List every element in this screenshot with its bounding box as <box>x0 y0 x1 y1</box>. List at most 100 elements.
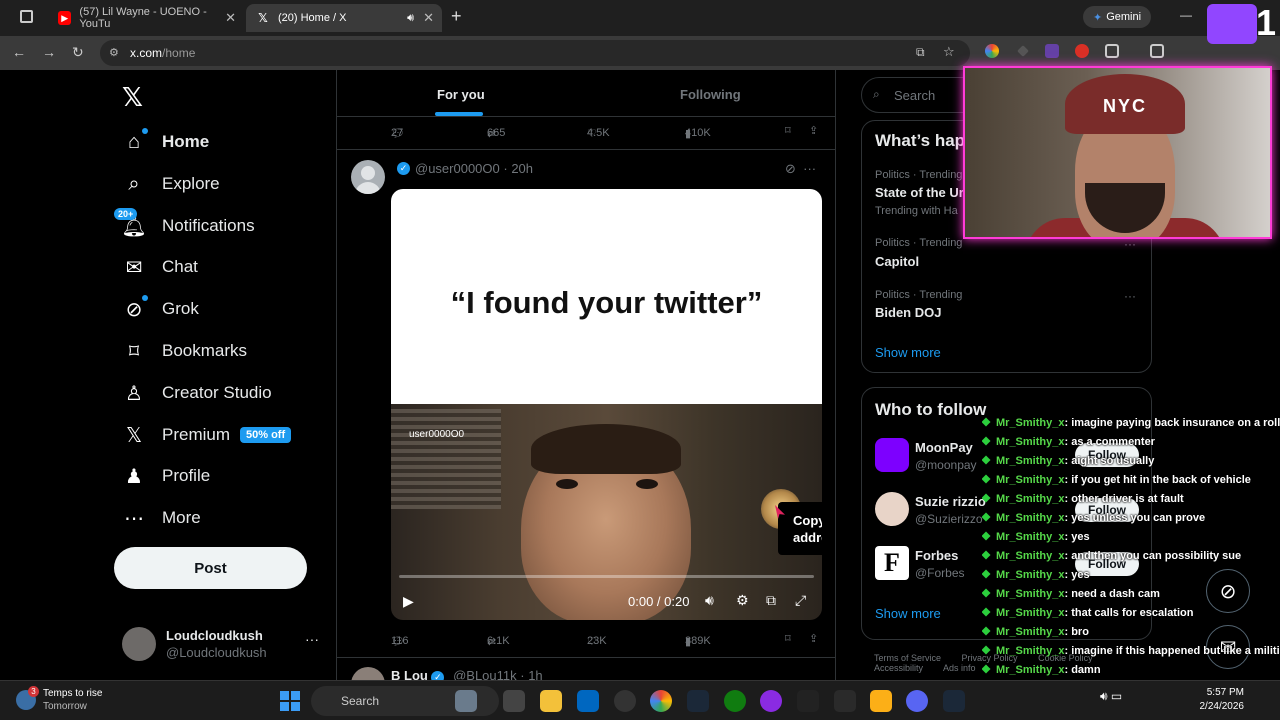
volume-icon[interactable]: 🔊︎ <box>705 592 714 609</box>
footer-link[interactable]: Ads info <box>943 663 976 673</box>
share-icon[interactable]: ⇪ <box>809 124 818 137</box>
app-icon-task-view[interactable] <box>503 690 525 712</box>
nav-item-chat[interactable]: ✉ Chat <box>122 249 198 285</box>
gemini-button[interactable]: ✦ Gemini <box>1083 6 1151 28</box>
forward-icon[interactable]: → <box>42 44 56 60</box>
follow-name[interactable]: Suzie rizzio <box>915 494 986 509</box>
account-switcher[interactable]: Loudcloudkush @Loudcloudkush ··· <box>122 625 322 665</box>
speaker-icon[interactable]: 🔊︎ <box>407 12 414 25</box>
chat-badge-icon <box>982 417 991 427</box>
follow-name[interactable]: MoonPay <box>915 440 973 455</box>
nav-label: Bookmarks <box>162 341 248 360</box>
nav-item-grok[interactable]: ⊘ Grok <box>122 291 199 327</box>
chat-text: : need a dash cam <box>1064 588 1160 600</box>
windows-start-icon[interactable] <box>280 691 300 711</box>
video-time: 0:00 / 0:20 <box>628 594 690 609</box>
avatar[interactable] <box>875 492 909 526</box>
trend-name[interactable]: Capitol <box>875 254 919 269</box>
app-icon-epic-games[interactable] <box>834 690 856 712</box>
share-icon[interactable]: ⇪ <box>809 632 818 645</box>
chat-username: Mr_Smithy_x <box>996 664 1065 676</box>
app-icon-7zip[interactable] <box>797 690 819 712</box>
extension-color-icon[interactable] <box>985 44 999 58</box>
video-progress-bar[interactable] <box>399 575 814 578</box>
nav-label: More <box>162 508 201 527</box>
video-blinds <box>391 409 501 509</box>
bookmark-icon[interactable]: ⌑ <box>785 124 791 137</box>
who-to-follow-title: Who to follow <box>875 400 987 419</box>
avatar[interactable] <box>351 160 385 194</box>
new-tab-button[interactable]: + <box>451 6 462 27</box>
system-tray[interactable]: 🔊︎ ▭ <box>1100 689 1122 704</box>
fullscreen-icon[interactable]: ⤢ <box>795 592 806 609</box>
footer-link[interactable]: Terms of Service <box>874 653 941 663</box>
more-icon[interactable]: ··· <box>1124 289 1136 303</box>
install-icon[interactable]: ⧉ <box>916 45 925 60</box>
tab-youtube[interactable]: ▶ (57) Lil Wayne - UOENO - YouTu ✕ <box>48 4 244 32</box>
app-icon-chrome[interactable] <box>650 690 672 712</box>
app-icon-rockstar[interactable] <box>870 690 892 712</box>
nav-item-home[interactable]: ⌂ Home <box>122 124 209 160</box>
clock[interactable]: 5:57 PM 2/24/2026 <box>1196 686 1245 714</box>
tab-for-you[interactable]: For you <box>437 87 485 102</box>
nav-item-more[interactable]: ⋯ More <box>122 500 201 536</box>
site-info-icon[interactable]: ⚙ <box>109 46 119 59</box>
tab-following[interactable]: Following <box>680 87 741 102</box>
picture-in-picture-icon[interactable]: ⧉ <box>766 592 776 609</box>
chat-text: : imagine paying back insurance on a rol… <box>1064 417 1280 429</box>
app-icon-steam-2[interactable] <box>943 690 965 712</box>
weather-widget[interactable]: 3 Temps to rise Tomorrow <box>16 686 156 716</box>
avatar[interactable] <box>875 438 909 472</box>
nav-label: Chat <box>162 257 198 276</box>
footer-link[interactable]: Accessibility <box>874 663 923 673</box>
nav-item-profile[interactable]: ♟ Profile <box>122 458 210 494</box>
tab-actions-icon[interactable] <box>20 10 33 23</box>
show-more-link[interactable]: Show more <box>875 345 941 360</box>
app-icon-store[interactable] <box>577 690 599 712</box>
show-more-link[interactable]: Show more <box>875 606 941 621</box>
nav-item-premium[interactable]: 𝕏 Premium 50% off <box>122 417 292 453</box>
nav-item-creator-studio[interactable]: ♙ Creator Studio <box>122 375 272 411</box>
post-button[interactable]: Post <box>114 547 307 589</box>
follow-name[interactable]: Forbes <box>915 548 958 563</box>
bookmark-icon[interactable]: ⌑ <box>785 632 791 645</box>
grok-icon[interactable]: ⊘ <box>785 161 796 176</box>
app-icon-circle[interactable] <box>760 690 782 712</box>
more-icon[interactable]: ··· <box>803 161 816 176</box>
bookmark-star-icon[interactable]: ☆ <box>943 44 955 60</box>
more-icon[interactable]: ··· <box>1124 237 1136 251</box>
extension-twitch-icon[interactable] <box>1045 44 1059 58</box>
reload-icon[interactable]: ↻ <box>72 44 84 61</box>
forbes-logo-icon[interactable]: F <box>875 546 909 580</box>
nav-label: Profile <box>162 466 211 485</box>
home-icon: ⌂ <box>122 128 148 154</box>
app-icon-file-explorer[interactable] <box>540 690 562 712</box>
app-icon-xbox[interactable] <box>724 690 746 712</box>
settings-gear-icon[interactable]: ⚙ <box>736 592 749 609</box>
play-icon[interactable]: ▶ <box>403 593 414 610</box>
app-icon-discord[interactable] <box>906 690 928 712</box>
app-icon-steam[interactable] <box>687 690 709 712</box>
chat-username: Mr_Smithy_x <box>996 493 1065 505</box>
nav-item-bookmarks[interactable]: ⌑ Bookmarks <box>122 333 247 369</box>
extension-red-icon[interactable] <box>1075 44 1089 58</box>
back-icon[interactable]: ← <box>12 44 26 60</box>
trend-name[interactable]: State of the Ur <box>875 185 964 200</box>
tab-search-icon[interactable] <box>1150 44 1164 58</box>
extensions-puzzle-icon[interactable] <box>1105 44 1119 58</box>
tab-x-home[interactable]: 𝕏 (20) Home / X 🔊︎ ✕ <box>246 4 442 32</box>
tweet-handle[interactable]: @user0000O0 <box>415 161 500 176</box>
close-icon[interactable]: ✕ <box>225 10 236 26</box>
close-icon[interactable]: ✕ <box>423 10 434 26</box>
address-bar[interactable]: ⚙ x.com/home ⧉ ☆ <box>100 40 970 66</box>
tweet-video[interactable]: “I found your twitter” user0000O0 ▶ 0:00… <box>391 189 822 620</box>
nav-item-notifications[interactable]: 🔔︎ 20+ Notifications <box>114 208 255 244</box>
trend-name[interactable]: Biden DOJ <box>875 305 941 320</box>
x-logo-icon[interactable]: 𝕏 <box>122 82 143 113</box>
chat-text: : and then you can possibility sue <box>1064 550 1242 562</box>
minimize-icon[interactable]: — <box>1180 8 1192 22</box>
app-icon-obs[interactable] <box>614 690 636 712</box>
app-icon-widgets[interactable] <box>455 690 477 712</box>
context-menu-copy-video-address[interactable]: Copy video address <box>778 502 822 555</box>
nav-item-explore[interactable]: ⌕ Explore <box>122 166 219 202</box>
